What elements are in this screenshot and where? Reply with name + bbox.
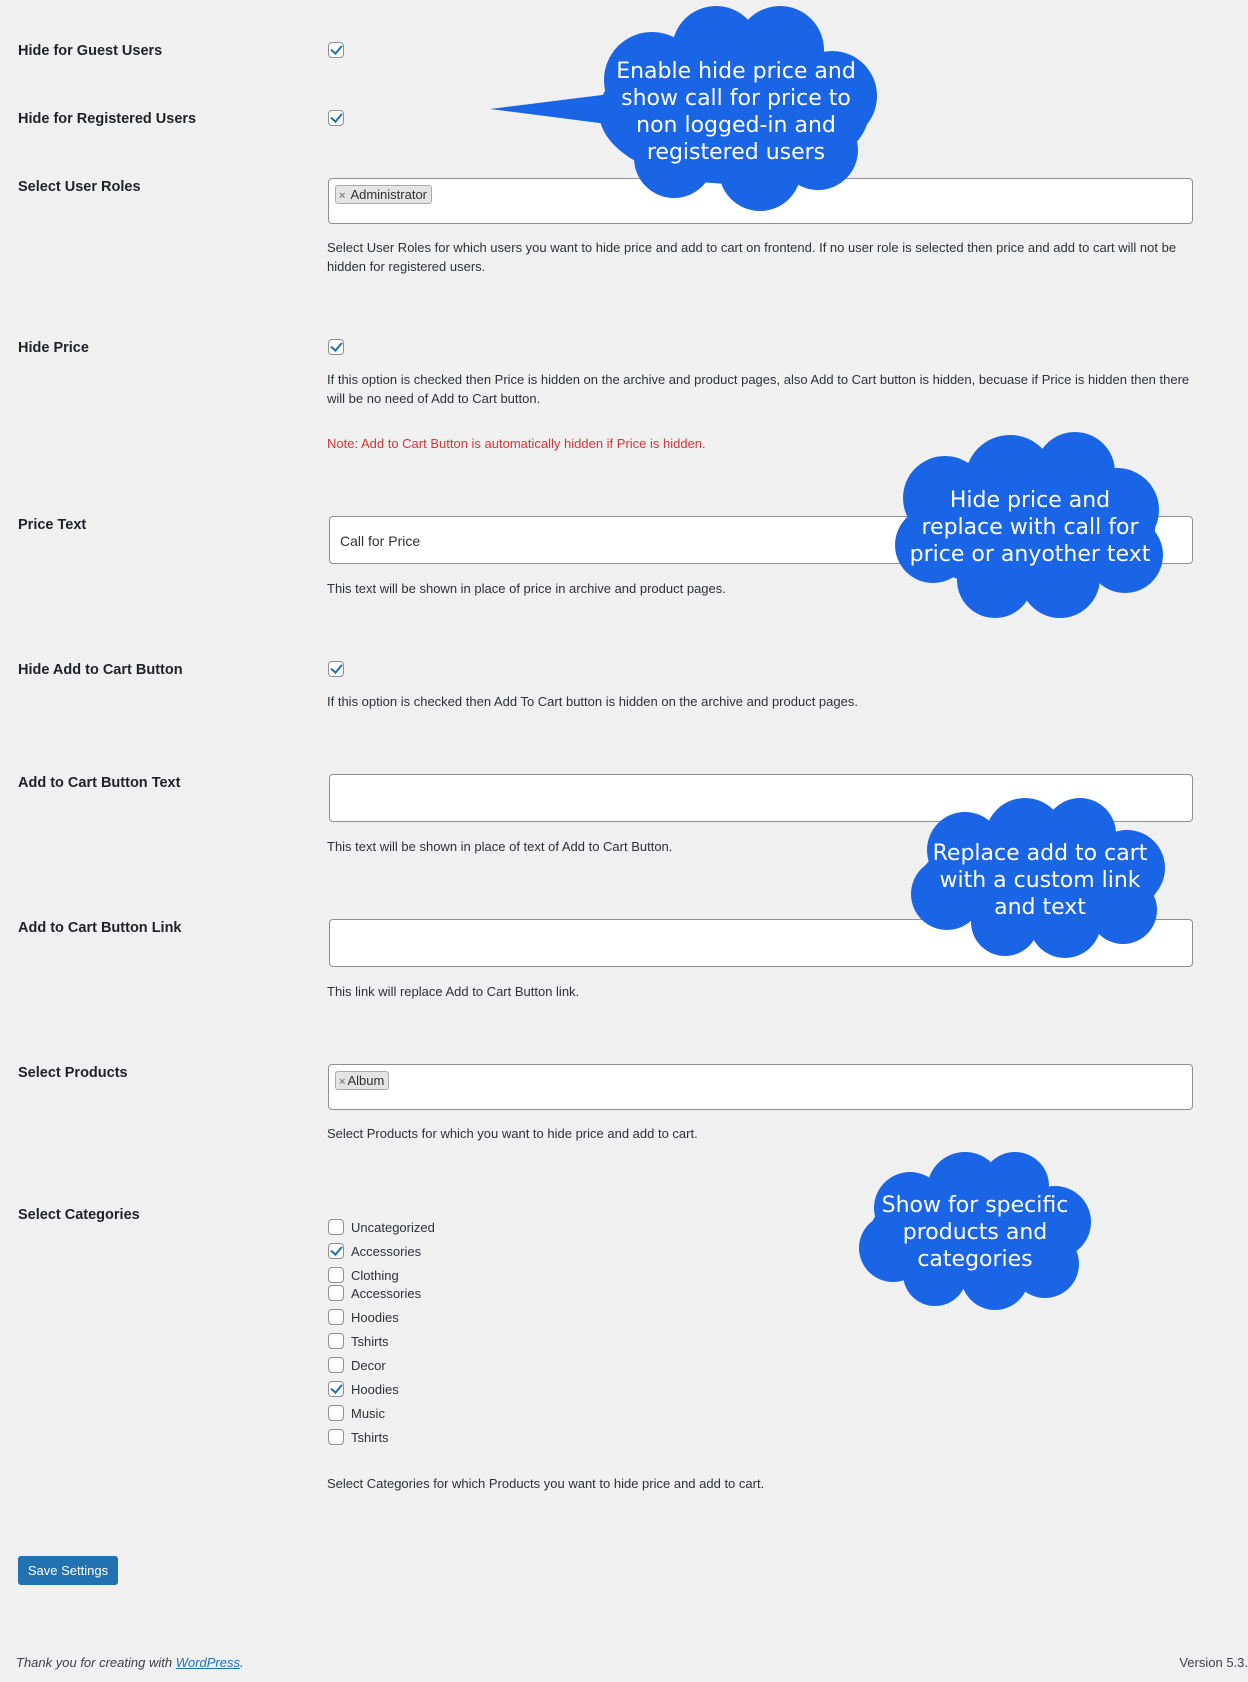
products-label: Select Products <box>18 1065 128 1081</box>
hide-add-to-cart-checkbox[interactable] <box>328 661 344 677</box>
category-checkbox[interactable] <box>328 1285 344 1301</box>
category-checkbox[interactable] <box>328 1309 344 1325</box>
add-to-cart-link-description: This link will replace Add to Cart Butto… <box>327 984 580 999</box>
footer-version: Version 5.3. <box>1179 1655 1248 1670</box>
hide-add-to-cart-description: If this option is checked then Add To Ca… <box>327 694 858 709</box>
category-checkbox[interactable] <box>328 1333 344 1349</box>
callout-bubble-hide-users: Enable hide price and show call for pric… <box>480 0 900 215</box>
categories-label: Select Categories <box>18 1207 140 1223</box>
category-checkbox[interactable] <box>328 1405 344 1421</box>
hide-add-to-cart-label: Hide Add to Cart Button <box>18 662 183 678</box>
user-role-tag: × Administrator <box>335 185 433 204</box>
user-roles-description: Select User Roles for which users you wa… <box>327 240 1177 274</box>
hide-guest-label: Hide for Guest Users <box>18 43 163 59</box>
add-to-cart-text-label: Add to Cart Button Text <box>18 775 181 791</box>
user-roles-label: Select User Roles <box>18 179 141 195</box>
product-tag: × Album <box>335 1071 390 1090</box>
hide-registered-checkbox[interactable] <box>328 110 344 126</box>
wordpress-link[interactable]: WordPress <box>176 1655 240 1670</box>
categories-description: Select Categories for which Products you… <box>327 1476 765 1491</box>
remove-tag-icon[interactable]: × <box>339 1076 345 1088</box>
hide-guest-checkbox[interactable] <box>328 42 344 58</box>
hide-registered-label: Hide for Registered Users <box>18 111 197 127</box>
add-to-cart-link-label: Add to Cart Button Link <box>18 920 182 936</box>
callout-bubble-products-categories: Show for specific products and categorie… <box>855 1150 1095 1312</box>
products-select[interactable]: × Album <box>328 1064 1193 1110</box>
callout-bubble-add-to-cart: Replace add to cart with a custom link a… <box>905 798 1175 960</box>
category-checkbox[interactable] <box>328 1429 344 1445</box>
category-checkbox[interactable] <box>328 1243 344 1259</box>
hide-price-description: If this option is checked then Price is … <box>327 372 1190 406</box>
category-checkbox[interactable] <box>328 1219 344 1235</box>
products-description: Select Products for which you want to hi… <box>327 1126 698 1141</box>
category-checkbox[interactable] <box>328 1357 344 1373</box>
category-checkbox[interactable] <box>328 1381 344 1397</box>
save-settings-button[interactable]: Save Settings <box>18 1556 118 1585</box>
price-text-label: Price Text <box>18 517 87 533</box>
footer-thanks: Thank you for creating with WordPress. <box>16 1655 244 1670</box>
callout-bubble-price-text: Hide price and replace with call for pri… <box>885 430 1175 620</box>
category-checkbox[interactable] <box>328 1267 344 1283</box>
hide-price-label: Hide Price <box>18 340 89 356</box>
remove-tag-icon[interactable]: × <box>339 190 345 202</box>
hide-price-checkbox[interactable] <box>328 339 344 355</box>
